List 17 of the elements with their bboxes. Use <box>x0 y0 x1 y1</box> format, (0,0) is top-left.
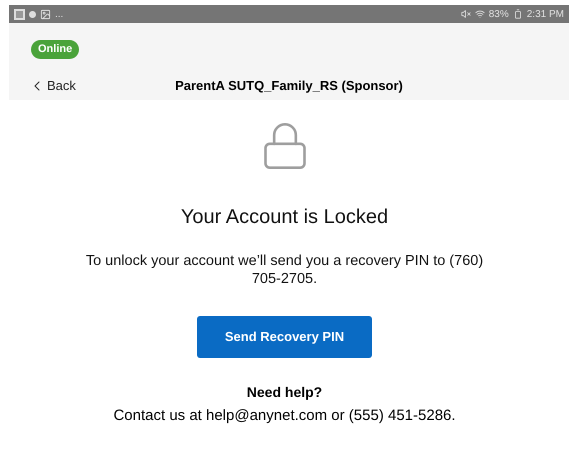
more-notifications: ... <box>55 8 64 22</box>
send-recovery-pin-button[interactable]: Send Recovery PIN <box>197 316 372 358</box>
connection-badge: Online <box>31 40 80 58</box>
battery-icon <box>512 9 523 19</box>
locked-heading: Your Account is Locked <box>180 205 388 230</box>
app-icon <box>14 8 25 20</box>
image-icon <box>40 8 51 20</box>
battery-level: 83% <box>488 8 509 22</box>
help-contact-text: Contact us at help@anynet.com or (555) 451-5286. <box>113 406 456 426</box>
locked-message: To unlock your account we’ll send you a recovery PIN to (760) 705-2705. <box>84 252 484 288</box>
mute-icon <box>460 9 471 19</box>
wifi-icon <box>474 9 485 19</box>
help-heading: Need help? <box>246 383 322 402</box>
status-time: 2:31 PM <box>526 8 564 22</box>
page-title: ParentA SUTQ_Family_RS (Sponsor) <box>175 77 403 95</box>
notification-icon <box>29 10 36 18</box>
back-button[interactable]: Back <box>29 76 76 96</box>
